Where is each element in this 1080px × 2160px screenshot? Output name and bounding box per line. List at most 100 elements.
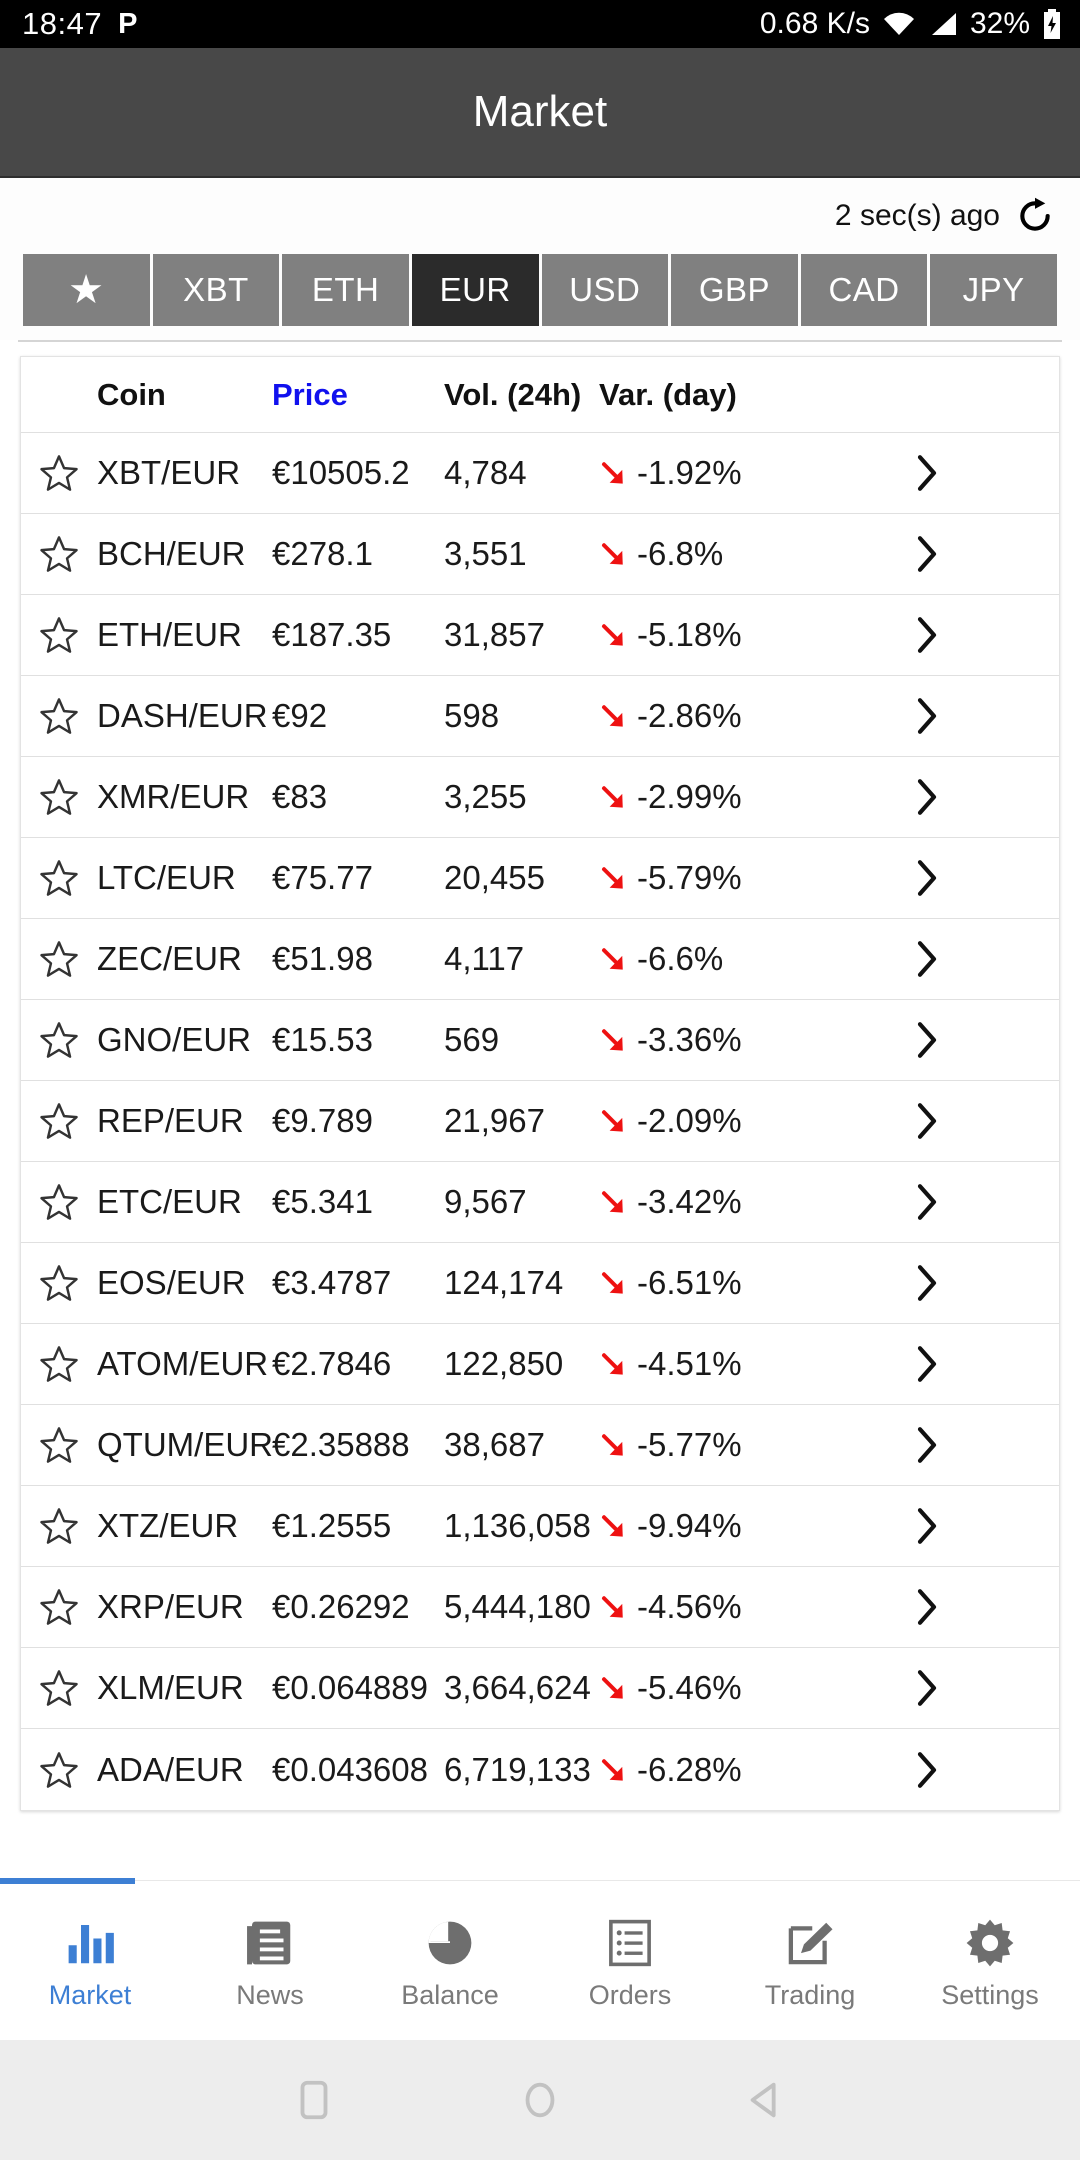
column-header-coin[interactable]: Coin [97,377,272,413]
cell-variation: -2.09% [637,1102,742,1139]
table-row[interactable]: EOS/EUR €3.4787 124,174 -6.51% [21,1243,1059,1324]
cell-pair: LTC/EUR [97,859,236,896]
cell-pair: ETC/EUR [97,1183,242,1220]
chevron-right-icon[interactable] [794,1343,1059,1385]
currency-tab-label: GBP [698,271,771,308]
chevron-right-icon[interactable] [794,857,1059,899]
gear-icon [963,1916,1017,1970]
column-header-price[interactable]: Price [272,377,444,413]
chevron-right-icon[interactable] [794,1667,1059,1709]
currency-tab-eur[interactable]: EUR [411,254,539,326]
chevron-right-icon[interactable] [794,1424,1059,1466]
nav-item-settings[interactable]: Settings [900,1881,1080,2040]
favorite-star-icon[interactable] [21,857,97,899]
favorite-star-icon[interactable] [21,695,97,737]
recents-square-icon[interactable] [291,2077,337,2123]
currency-tab-usd[interactable]: USD [541,254,669,326]
currency-tab-favorites[interactable]: ★ [23,254,150,326]
chevron-right-icon[interactable] [794,938,1059,980]
cell-variation: -6.51% [637,1264,742,1301]
cell-price: €0.26292 [272,1588,410,1625]
table-row[interactable]: REP/EUR €9.789 21,967 -2.09% [21,1081,1059,1162]
chevron-right-icon[interactable] [794,614,1059,656]
currency-tab-xbt[interactable]: XBT [152,254,280,326]
cell-variation: -2.99% [637,778,742,815]
chevron-right-icon[interactable] [794,1262,1059,1304]
battery-percent: 32% [969,7,1030,40]
cell-pair: EOS/EUR [97,1264,246,1301]
favorite-star-icon[interactable] [21,1424,97,1466]
nav-item-market[interactable]: Market [0,1878,180,2040]
table-row[interactable]: XBT/EUR €10505.2 4,784 -1.92% [21,433,1059,514]
bottom-navigation[interactable]: Market News Balance Orders Trading Settings [0,1878,1080,2040]
table-row[interactable]: XRP/EUR €0.26292 5,444,180 -4.56% [21,1567,1059,1648]
cell-pair: XRP/EUR [97,1588,244,1625]
nav-item-news[interactable]: News [180,1881,360,2040]
chevron-right-icon[interactable] [794,695,1059,737]
favorite-star-icon[interactable] [21,1667,97,1709]
cell-volume: 9,567 [444,1183,527,1220]
favorite-star-icon[interactable] [21,1262,97,1304]
favorite-star-icon[interactable] [21,776,97,818]
cell-price: €2.35888 [272,1426,410,1463]
currency-tab-jpy[interactable]: JPY [930,254,1057,326]
table-row[interactable]: DASH/EUR €92 598 -2.86% [21,676,1059,757]
trend-down-arrow-icon [599,539,629,569]
chevron-right-icon[interactable] [794,776,1059,818]
favorite-star-icon[interactable] [21,1505,97,1547]
table-row[interactable]: ZEC/EUR €51.98 4,117 -6.6% [21,919,1059,1000]
cell-variation: -5.46% [637,1669,742,1706]
chevron-right-icon[interactable] [794,1749,1059,1791]
trend-down-arrow-icon [599,458,629,488]
android-system-nav[interactable] [0,2040,1080,2160]
currency-tab-eth[interactable]: ETH [282,254,409,326]
chevron-right-icon[interactable] [794,452,1059,494]
favorite-star-icon[interactable] [21,452,97,494]
favorite-star-icon[interactable] [21,1100,97,1142]
favorite-star-icon[interactable] [21,1181,97,1223]
chevron-right-icon[interactable] [794,1100,1059,1142]
nav-item-balance[interactable]: Balance [360,1881,540,2040]
back-triangle-left-icon[interactable] [743,2077,789,2123]
favorite-star-icon[interactable] [21,1749,97,1791]
nav-item-orders[interactable]: Orders [540,1881,720,2040]
currency-tab-label: XBT [183,271,249,308]
trend-down-arrow-icon [599,1187,629,1217]
favorite-star-icon[interactable] [21,938,97,980]
cell-variation: -4.56% [637,1588,742,1625]
nav-item-label: Orders [588,1980,672,2010]
table-row[interactable]: BCH/EUR €278.1 3,551 -6.8% [21,514,1059,595]
favorite-star-icon[interactable] [21,1586,97,1628]
trend-down-arrow-icon [599,701,629,731]
table-row[interactable]: ETC/EUR €5.341 9,567 -3.42% [21,1162,1059,1243]
nav-item-trading[interactable]: Trading [720,1881,900,2040]
table-row[interactable]: GNO/EUR €15.53 569 -3.36% [21,1000,1059,1081]
table-row[interactable]: XLM/EUR €0.064889 3,664,624 -5.46% [21,1648,1059,1729]
favorite-star-icon[interactable] [21,614,97,656]
table-row[interactable]: ETH/EUR €187.35 31,857 -5.18% [21,595,1059,676]
nav-item-label: Trading [764,1980,856,2010]
favorite-star-icon[interactable] [21,1343,97,1385]
currency-tab-bar[interactable]: ★ XBT ETH EUR USD GBP CAD JPY [0,254,1080,340]
table-row[interactable]: QTUM/EUR €2.35888 38,687 -5.77% [21,1405,1059,1486]
cell-volume: 31,857 [444,616,545,653]
column-header-volume[interactable]: Vol. (24h) [444,377,599,413]
favorite-star-icon[interactable] [21,533,97,575]
home-circle-icon[interactable] [517,2077,563,2123]
chevron-right-icon[interactable] [794,533,1059,575]
refresh-icon[interactable] [1016,197,1054,235]
chevron-right-icon[interactable] [794,1505,1059,1547]
table-row[interactable]: XTZ/EUR €1.2555 1,136,058 -9.94% [21,1486,1059,1567]
table-row[interactable]: ATOM/EUR €2.7846 122,850 -4.51% [21,1324,1059,1405]
currency-tab-cad[interactable]: CAD [800,254,928,326]
currency-tab-gbp[interactable]: GBP [671,254,798,326]
chevron-right-icon[interactable] [794,1586,1059,1628]
table-row[interactable]: XMR/EUR €83 3,255 -2.99% [21,757,1059,838]
table-row[interactable]: LTC/EUR €75.77 20,455 -5.79% [21,838,1059,919]
table-row[interactable]: ADA/EUR €0.043608 6,719,133 -6.28% [21,1729,1059,1810]
cell-volume: 4,117 [444,940,525,977]
column-header-variation[interactable]: Var. (day) [599,377,794,413]
chevron-right-icon[interactable] [794,1181,1059,1223]
favorite-star-icon[interactable] [21,1019,97,1061]
chevron-right-icon[interactable] [794,1019,1059,1061]
